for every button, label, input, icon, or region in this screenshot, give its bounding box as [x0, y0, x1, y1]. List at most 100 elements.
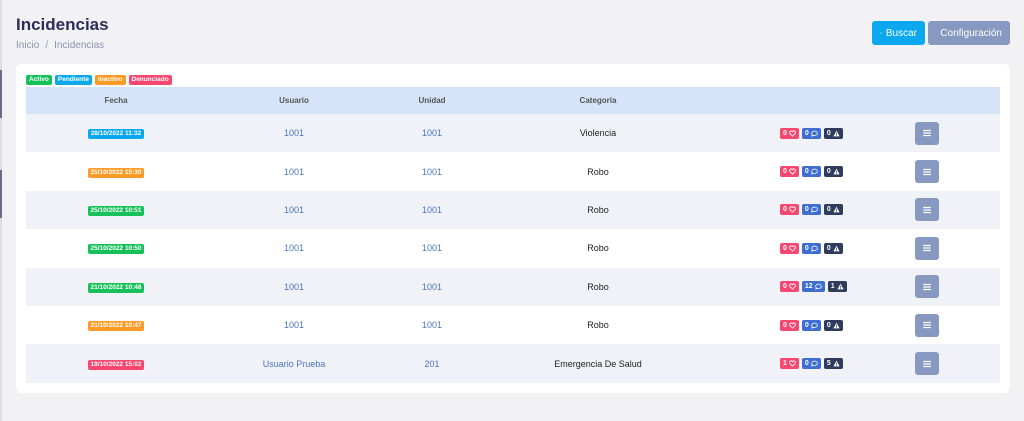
- alerts-counter: 5: [823, 358, 843, 370]
- date-badge: 28/10/2022 11:32: [87, 129, 145, 140]
- comments-counter: 0: [801, 319, 821, 331]
- heart-icon: [789, 168, 796, 175]
- unit-link[interactable]: 1001: [380, 282, 484, 292]
- status-legend: Activo Pendiente Inactivo Denunciado: [26, 75, 172, 85]
- row-menu-button[interactable]: [915, 313, 939, 337]
- counters: 0 0 0: [780, 204, 843, 216]
- unit-link[interactable]: 1001: [380, 320, 484, 330]
- category-text: Violencia: [579, 128, 617, 139]
- user-link[interactable]: 1001: [222, 320, 366, 330]
- table-body: 28/10/2022 11:32 1001 1001 Violencia 0 0…: [26, 114, 1000, 383]
- row-menu-button[interactable]: [915, 121, 939, 145]
- warning-icon: [833, 245, 840, 252]
- breadcrumb-current: Incidencias: [54, 40, 105, 51]
- search-button[interactable]: Buscar: [872, 21, 925, 45]
- comment-icon: [810, 360, 818, 367]
- category-text: Robo: [587, 204, 609, 215]
- warning-icon: [833, 207, 840, 213]
- unit-link[interactable]: 1001: [380, 243, 484, 253]
- likes-count: 0: [783, 244, 787, 252]
- user-link[interactable]: 1001: [222, 243, 366, 253]
- table-row[interactable]: 19/10/2022 15:02 Usuario Prueba 201 Emer…: [26, 344, 1000, 383]
- search-button-label: Buscar: [885, 27, 917, 39]
- comment-icon: [810, 207, 818, 214]
- table-row[interactable]: 21/10/2022 10:47 1001 1001 Robo 0 0 0: [26, 305, 1000, 345]
- comments-count: 0: [804, 206, 809, 214]
- likes-count: 0: [783, 283, 787, 291]
- bars-icon: [923, 360, 931, 367]
- alerts-counter: 0: [823, 204, 843, 216]
- counters: 0 0 0: [780, 166, 843, 178]
- likes-count: 0: [783, 206, 787, 214]
- bars-icon: [923, 322, 931, 329]
- page-title: Incidencias: [16, 15, 109, 34]
- row-menu-button[interactable]: [915, 352, 939, 376]
- comments-count: 12: [804, 283, 813, 291]
- alerts-count: 0: [826, 244, 831, 252]
- breadcrumb: Inicio / Incidencias: [16, 40, 109, 51]
- counters: 0 0 0: [780, 242, 843, 254]
- comment-icon: [810, 322, 818, 329]
- user-link[interactable]: 1001: [222, 128, 366, 138]
- alerts-counter: 0: [823, 166, 843, 178]
- comments-counter: 0: [801, 242, 821, 254]
- incidents-table: Fecha Usuario Unidad Categoría 28/10/202…: [26, 87, 1000, 383]
- column-header-usuario[interactable]: Usuario: [222, 96, 366, 105]
- likes-counter: 0: [780, 242, 799, 254]
- user-link[interactable]: 1001: [222, 167, 366, 177]
- left-edge-marker: [0, 170, 2, 218]
- table-row[interactable]: 21/10/2022 10:48 1001 1001 Robo 0 12 1: [26, 267, 1000, 306]
- counters: 0 0 0: [780, 319, 843, 331]
- heart-icon: [789, 207, 796, 214]
- counters: 0 12 1: [780, 281, 847, 293]
- unit-link[interactable]: 201: [380, 359, 484, 369]
- row-menu-button[interactable]: [915, 236, 939, 260]
- alerts-count: 0: [826, 321, 831, 329]
- likes-count: 1: [783, 360, 787, 368]
- user-link[interactable]: 1001: [222, 205, 366, 215]
- counters: 1 0 5: [780, 358, 843, 370]
- incidents-card: Activo Pendiente Inactivo Denunciado Fec…: [16, 64, 1010, 393]
- table-row[interactable]: 25/10/2022 15:30 1001 1001 Robo 0 0 0: [26, 152, 1000, 191]
- alerts-count: 1: [830, 283, 835, 291]
- heart-icon: [789, 283, 796, 290]
- unit-link[interactable]: 1001: [380, 167, 484, 177]
- heart-icon: [789, 130, 796, 137]
- user-link[interactable]: Usuario Prueba: [222, 359, 366, 369]
- row-menu-button[interactable]: [915, 160, 939, 184]
- unit-link[interactable]: 1001: [380, 205, 484, 215]
- row-menu-button[interactable]: [915, 275, 939, 299]
- comments-counter: 0: [801, 358, 821, 370]
- bars-icon: [923, 245, 931, 252]
- date-badge: 21/10/2022 10:47: [87, 321, 145, 332]
- page-header: Incidencias Inicio / Incidencias: [16, 14, 109, 51]
- comments-counter: 12: [801, 281, 825, 293]
- comment-icon: [814, 283, 822, 291]
- unit-link[interactable]: 1001: [380, 128, 484, 138]
- likes-counter: 0: [780, 204, 799, 216]
- column-header-unidad[interactable]: Unidad: [380, 96, 484, 105]
- left-edge-marker: [0, 70, 2, 118]
- category-text: Robo: [587, 281, 609, 292]
- column-header-fecha[interactable]: Fecha: [26, 96, 206, 105]
- comment-icon: [810, 168, 818, 175]
- user-link[interactable]: 1001: [222, 282, 366, 292]
- bars-icon: [923, 130, 931, 137]
- date-badge: 25/10/2022 15:30: [87, 167, 145, 178]
- config-button[interactable]: Configuración: [928, 21, 1010, 45]
- table-row[interactable]: 25/10/2022 10:50 1001 1001 Robo 0 0 0: [26, 229, 1000, 268]
- column-header-categoria[interactable]: Categoría: [524, 96, 672, 105]
- category-text: Robo: [587, 320, 609, 331]
- row-menu-button[interactable]: [915, 198, 939, 222]
- comments-count: 0: [804, 168, 809, 176]
- comments-count: 0: [804, 129, 809, 137]
- table-row[interactable]: 28/10/2022 11:32 1001 1001 Violencia 0 0…: [26, 114, 1000, 153]
- likes-count: 0: [783, 321, 787, 329]
- table-row[interactable]: 25/10/2022 10:51 1001 1001 Robo 0 0 0: [26, 190, 1000, 230]
- breadcrumb-separator: /: [45, 40, 49, 51]
- breadcrumb-home[interactable]: Inicio: [16, 40, 39, 51]
- alerts-counter: 0: [823, 127, 843, 139]
- date-badge: 19/10/2022 15:02: [87, 359, 145, 370]
- warning-icon: [837, 283, 844, 290]
- likes-counter: 0: [780, 319, 799, 331]
